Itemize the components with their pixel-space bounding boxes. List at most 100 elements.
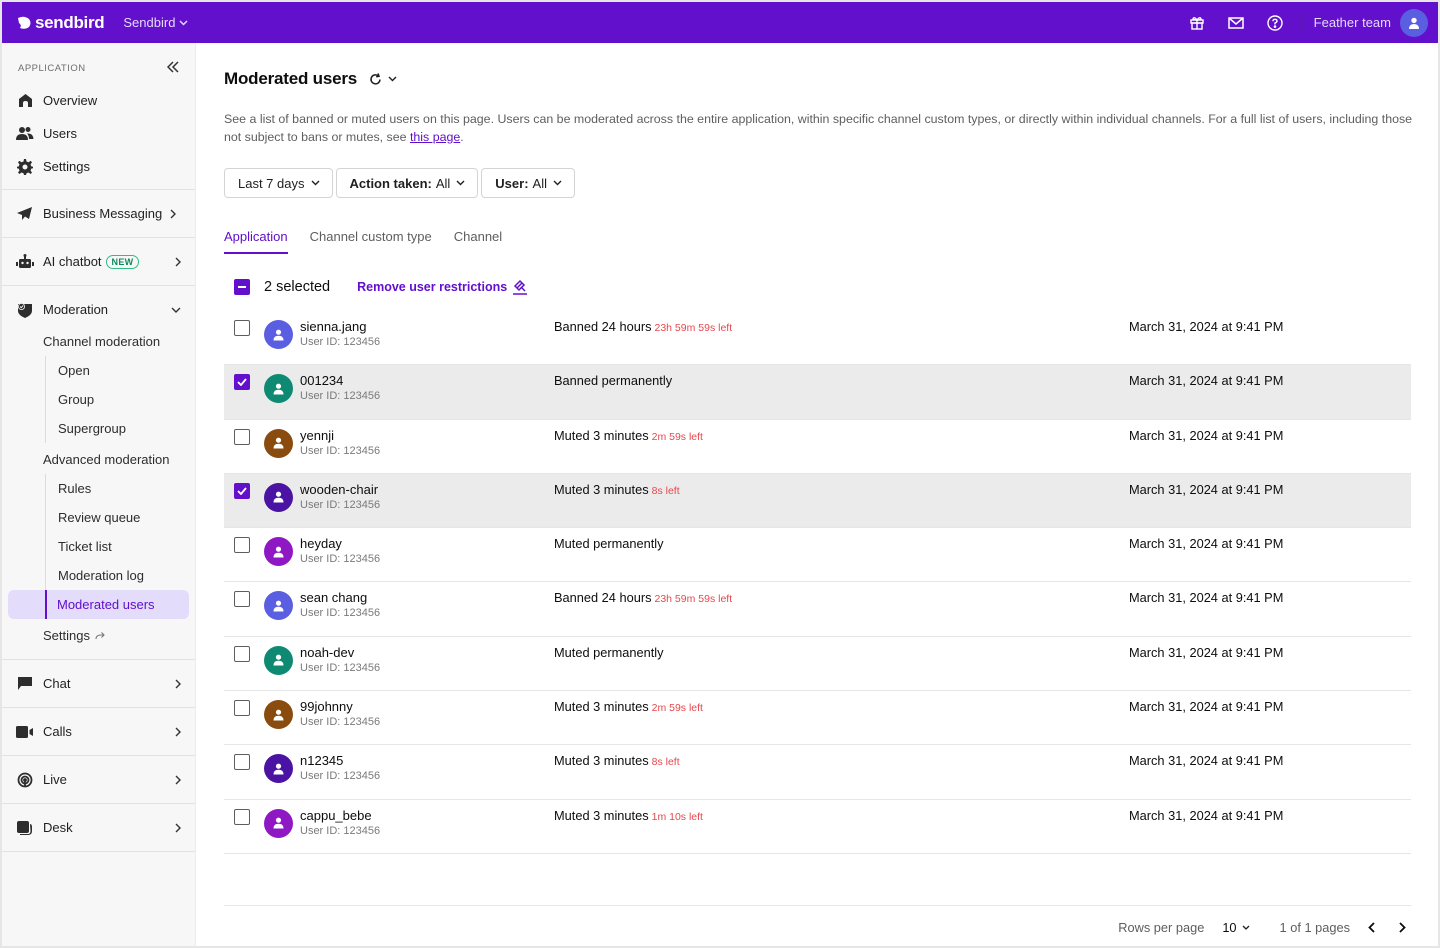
tab-channel-custom-type[interactable]: Channel custom type — [310, 229, 432, 254]
sidebar-item-desk[interactable]: Desk — [2, 811, 195, 844]
org-switcher[interactable]: Sendbird — [123, 15, 188, 30]
select-all-checkbox[interactable] — [234, 279, 250, 295]
table-row[interactable]: wooden-chair User ID: 123456 Muted 3 minut… — [224, 473, 1411, 529]
sidebar-item-users[interactable]: Users — [2, 117, 195, 150]
user-id: User ID: 123456 — [300, 607, 381, 620]
row-checkbox[interactable] — [234, 645, 250, 662]
row-checkbox[interactable] — [234, 808, 250, 825]
row-checkbox[interactable] — [234, 754, 250, 771]
collapse-sidebar-icon[interactable] — [166, 60, 179, 76]
sidebar-item-channel-moderation[interactable]: Channel moderation — [2, 327, 195, 356]
chevron-right-icon — [1398, 922, 1406, 933]
sidebar-item-ticket-list[interactable]: Ticket list — [46, 532, 195, 561]
table-row[interactable]: 99johnny User ID: 123456 Muted 3 minutes 2m… — [224, 691, 1411, 746]
sidebar-item-supergroup[interactable]: Supergroup — [46, 414, 195, 443]
divider — [224, 905, 1411, 906]
sidebar-item-review-queue[interactable]: Review queue — [46, 503, 195, 532]
sidebar-item-rules[interactable]: Rules — [46, 474, 195, 503]
person-icon — [273, 654, 284, 666]
sidebar-item-chat[interactable]: Chat — [2, 667, 195, 700]
help-icon[interactable] — [1265, 13, 1285, 33]
action-taken: Muted permanently — [554, 536, 664, 552]
sidebar-item-moderation-settings[interactable]: Settings — [2, 621, 195, 650]
sidebar-item-advanced-moderation[interactable]: Advanced moderation — [2, 445, 195, 474]
users-icon — [16, 125, 34, 143]
rows-per-page-value: 10 — [1222, 920, 1237, 935]
users-page-link[interactable]: this page — [410, 130, 460, 144]
remove-restrictions-button[interactable]: Remove user restrictions — [357, 279, 528, 295]
next-page-button[interactable] — [1392, 922, 1412, 933]
sidebar-item-ai-chatbot[interactable]: AI chatbot NEW — [2, 245, 195, 278]
action-taken: Muted 3 minutes — [554, 481, 649, 497]
mail-icon[interactable] — [1226, 13, 1246, 33]
table-row[interactable]: sienna.jang User ID: 123456 Banned 24 hour… — [224, 311, 1411, 366]
refresh-button[interactable] — [369, 72, 397, 86]
row-checkbox[interactable] — [234, 700, 250, 717]
sidebar-item-live[interactable]: Live — [2, 763, 195, 796]
avatar — [264, 537, 293, 567]
table-row[interactable]: sean chang User ID: 123456 Banned 24 hours… — [224, 582, 1411, 637]
action-date: March 31, 2024 at 9:41 PM — [1129, 753, 1284, 769]
table-row[interactable]: heyday User ID: 123456 Muted permanently Ma… — [224, 528, 1411, 583]
person-icon — [273, 383, 284, 395]
rows-per-page-select[interactable]: 10 — [1222, 920, 1250, 935]
time-remaining: 2m 59s left — [651, 430, 703, 443]
sidebar-item-business-messaging[interactable]: Business Messaging — [2, 197, 195, 230]
sidebar-item-moderation[interactable]: Moderation — [2, 293, 195, 326]
tab-application[interactable]: Application — [224, 229, 288, 254]
avatar — [264, 700, 293, 730]
sendbird-logo[interactable]: sendbird — [16, 12, 105, 33]
sidebar-item-calls[interactable]: Calls — [2, 715, 195, 748]
previous-page-button[interactable] — [1361, 922, 1381, 933]
table-row[interactable]: yennji User ID: 123456 Muted 3 minutes 2m 5… — [224, 420, 1411, 474]
action-taken: Banned permanently — [554, 373, 673, 389]
chevron-right-icon — [175, 679, 181, 688]
sidebar-item-group[interactable]: Group — [46, 385, 195, 414]
robot-icon — [16, 253, 34, 271]
tab-channel[interactable]: Channel — [454, 229, 502, 254]
pagination: Rows per page 10 1 of 1 pages — [1118, 920, 1412, 935]
action-cell: Muted 3 minutes 8s left — [554, 482, 680, 497]
chevron-down-icon — [553, 180, 562, 186]
action-taken-filter[interactable]: Action taken: All — [335, 168, 479, 198]
user-avatar[interactable] — [1400, 8, 1428, 37]
user-filter[interactable]: User: All — [481, 168, 575, 198]
row-checkbox[interactable] — [234, 591, 250, 608]
user-id: User ID: 123456 — [300, 770, 381, 783]
sidebar-item-label: Calls — [43, 724, 72, 739]
moderated-users-table: sienna.jang User ID: 123456 Banned 24 hour… — [224, 311, 1411, 854]
date-range-filter[interactable]: Last 7 days — [224, 168, 333, 198]
username: sean chang — [300, 590, 368, 606]
row-checkbox[interactable] — [234, 320, 250, 336]
sidebar-item-settings[interactable]: Settings — [2, 150, 195, 183]
table-row[interactable]: 001234 User ID: 123456 Banned permanently M… — [224, 365, 1411, 420]
table-row[interactable]: noah-dev User ID: 123456 Muted permanently… — [224, 637, 1411, 692]
row-checkbox[interactable] — [234, 374, 250, 391]
row-checkbox[interactable] — [234, 537, 250, 554]
action-date: March 31, 2024 at 9:41 PM — [1129, 644, 1284, 660]
sidebar-item-moderation-log[interactable]: Moderation log — [46, 561, 195, 590]
description-text: See a list of banned or muted users on t… — [224, 112, 1413, 144]
home-icon — [16, 92, 34, 110]
username: sienna.jang — [300, 319, 367, 334]
action-date: March 31, 2024 at 9:41 PM — [1129, 373, 1284, 389]
username: heyday — [300, 536, 342, 552]
sidebar-item-moderated-users[interactable]: Moderated users — [8, 590, 189, 619]
rows-per-page-label: Rows per page — [1118, 920, 1205, 935]
sidebar-item-overview[interactable]: Overview — [2, 84, 195, 117]
sidebar-item-label: Business Messaging — [43, 206, 163, 221]
username: wooden-chair — [300, 481, 379, 497]
chevron-down-icon — [456, 180, 465, 186]
row-checkbox[interactable] — [234, 482, 250, 499]
time-remaining: 2m 59s left — [651, 702, 703, 715]
table-row[interactable]: n12345 User ID: 123456 Muted 3 minutes 8s l… — [224, 745, 1411, 800]
gift-icon[interactable] — [1187, 13, 1207, 33]
check-icon — [237, 378, 247, 387]
check-icon — [237, 487, 247, 495]
row-checkbox[interactable] — [234, 428, 250, 445]
sidebar-item-label: Desk — [43, 820, 73, 835]
bulk-action-bar: 2 selected Remove user restrictions — [234, 279, 528, 295]
sidebar-item-open[interactable]: Open — [46, 356, 195, 385]
brand-name: sendbird — [35, 12, 105, 32]
table-row[interactable]: cappu_bebe User ID: 123456 Muted 3 minutes… — [224, 800, 1411, 854]
